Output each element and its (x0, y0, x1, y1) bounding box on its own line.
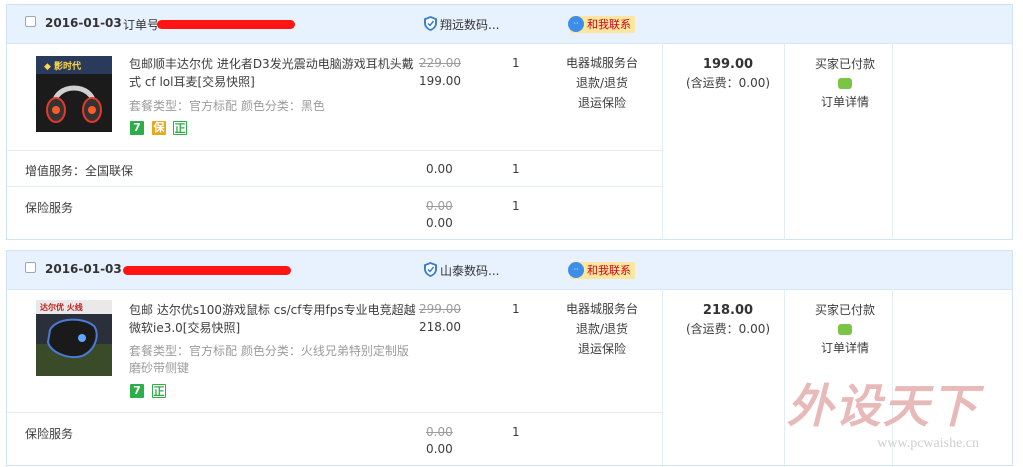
unit-price: 199.00 (419, 74, 461, 88)
status-text: 买家已付款 (814, 57, 875, 71)
order-checkbox[interactable] (25, 16, 36, 27)
genuine-badge[interactable]: 正 (173, 121, 187, 135)
wangwang-chat-icon[interactable] (838, 324, 852, 335)
insurance-service-label: 保险服务 (25, 201, 74, 215)
product-spec: 套餐类型：官方标配 颜色分类：黑色 (129, 99, 325, 113)
value-added-service-label: 增值服务：全国联保 (25, 164, 134, 178)
insurance-qty: 1 (512, 425, 520, 439)
service-links: 电器城服务台 退款/退货 退运保险 (547, 299, 657, 359)
shop-name-link[interactable]: 翔远数码... (440, 16, 499, 33)
total-amount: 218.00 (702, 303, 754, 318)
product-image-headset[interactable]: ◆ 影时代 (36, 56, 112, 132)
extra-qty: 1 (512, 162, 520, 176)
refund-link[interactable]: 退款/退货 (547, 319, 657, 339)
order-total: 199.00 (含运费：0.00) (667, 57, 789, 91)
wangwang-chat-icon[interactable] (838, 78, 852, 89)
insurance-original-price: 0.00 (426, 199, 453, 213)
shield-icon (424, 262, 437, 277)
redaction-mark (157, 20, 295, 29)
contact-label: 和我联系 (587, 18, 631, 31)
7day-return-badge[interactable]: 7 (130, 384, 144, 398)
insurance-original-price: 0.00 (426, 425, 453, 439)
order-header: 2016-01-03 山泰数码... ·· 和我联系 (7, 251, 1012, 290)
product-title-link[interactable]: 包邮顺丰达尔优 进化者D3发光震动电脑游戏耳机头戴式 cf lol耳麦[交易快照… (129, 55, 419, 91)
order-card-1: 2016-01-03 订单号 翔远数码... ·· 和我联系 ◆ 影时代 包邮顺… (6, 4, 1013, 240)
order-date: 2016-01-03 (45, 16, 122, 30)
original-price: 229.00 (419, 56, 461, 70)
genuine-badge[interactable]: 正 (152, 384, 166, 398)
order-checkbox[interactable] (25, 262, 36, 273)
insurance-qty: 1 (512, 199, 520, 213)
order-status: 买家已付款 订单详情 (795, 301, 895, 358)
order-number-label: 订单号 (123, 18, 160, 32)
product-title-link[interactable]: 包邮 达尔优s100游戏鼠标 cs/cf专用fps专业电竞超越微软ie3.0[交… (129, 301, 419, 337)
insurance-price: 0.00 (426, 216, 453, 230)
svg-text:◆ 影时代: ◆ 影时代 (44, 60, 81, 72)
total-amount: 199.00 (702, 57, 754, 72)
product-image-mouse[interactable]: 达尔优 火线 (36, 300, 112, 376)
insurance-service-label: 保险服务 (25, 427, 74, 441)
contact-seller-button[interactable]: ·· 和我联系 (568, 16, 635, 33)
watermark-title: 外设天下 (787, 379, 979, 433)
chat-bubble-icon: ·· (568, 16, 584, 32)
order-total: 218.00 (含运费：0.00) (667, 303, 789, 337)
shipping-fee: (含运费：0.00) (685, 76, 771, 90)
redaction-mark (123, 266, 291, 275)
contact-seller-button[interactable]: ·· 和我联系 (568, 262, 635, 279)
status-text: 买家已付款 (814, 303, 875, 317)
order-status: 买家已付款 订单详情 (795, 55, 895, 112)
return-insurance-link[interactable]: 退运保险 (547, 339, 657, 359)
shipping-fee: (含运费：0.00) (685, 322, 771, 336)
quantity: 1 (512, 302, 520, 316)
unit-price: 218.00 (419, 320, 461, 334)
service-links: 电器城服务台 退款/退货 退运保险 (547, 53, 657, 113)
extra-price: 0.00 (426, 162, 453, 176)
service-desk-link[interactable]: 电器城服务台 (547, 299, 657, 319)
shop-name-link[interactable]: 山泰数码... (440, 262, 499, 279)
7day-return-badge[interactable]: 7 (130, 121, 144, 135)
order-date: 2016-01-03 (45, 262, 122, 276)
contact-label: 和我联系 (587, 264, 631, 277)
svg-text:达尔优 火线: 达尔优 火线 (40, 302, 83, 312)
watermark-url: www.pcwaishe.cn (877, 436, 979, 451)
guarantee-badge[interactable]: 保 (152, 121, 166, 135)
product-spec: 套餐类型：官方标配 颜色分类：火线兄弟特别定制版磨砂带侧键 (129, 344, 409, 375)
order-detail-link[interactable]: 订单详情 (795, 93, 895, 112)
site-watermark: 外设天下 www.pcwaishe.cn (787, 370, 979, 452)
original-price: 299.00 (419, 302, 461, 316)
service-desk-link[interactable]: 电器城服务台 (547, 53, 657, 73)
chat-bubble-icon: ·· (568, 262, 584, 278)
refund-link[interactable]: 退款/退货 (547, 73, 657, 93)
return-insurance-link[interactable]: 退运保险 (547, 93, 657, 113)
insurance-price: 0.00 (426, 442, 453, 456)
quantity: 1 (512, 56, 520, 70)
shield-icon (424, 16, 437, 31)
order-header: 2016-01-03 订单号 翔远数码... ·· 和我联系 (7, 5, 1012, 44)
order-detail-link[interactable]: 订单详情 (795, 339, 895, 358)
